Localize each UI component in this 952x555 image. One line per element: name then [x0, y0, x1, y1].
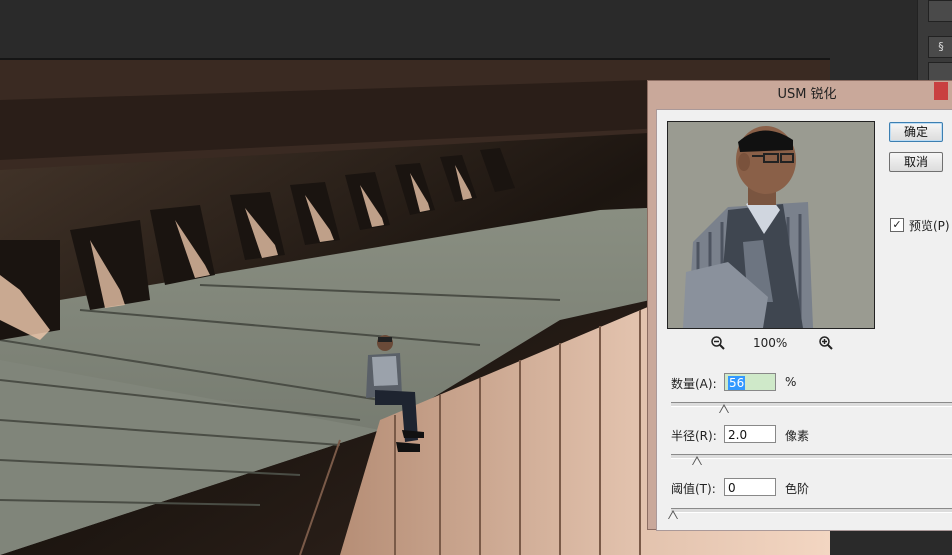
checkbox-checked-icon[interactable]: ✓ [890, 218, 904, 232]
radius-slider-track[interactable] [671, 454, 952, 459]
threshold-slider-track[interactable] [671, 508, 952, 513]
zoom-out-icon[interactable] [710, 335, 726, 351]
panel-button-brush-icon[interactable]: § [928, 36, 952, 58]
panel-button-top[interactable] [928, 0, 952, 22]
zoom-level: 100% [753, 336, 788, 350]
amount-slider-thumb[interactable] [719, 404, 729, 413]
radius-input[interactable]: 2.0 [724, 425, 776, 443]
radius-unit: 像素 [785, 429, 810, 443]
amount-value: 56 [728, 376, 746, 390]
threshold-unit: 色阶 [785, 482, 810, 496]
amount-slider-track[interactable] [671, 402, 952, 407]
dialog-title: USM 锐化 [777, 87, 837, 102]
preview-checkbox-label: 预览(P) [909, 219, 950, 233]
preview-window[interactable] [667, 121, 875, 329]
amount-label: 数量(A): [671, 377, 717, 391]
dialog-body: 100% 确定 取消 ✓ 预览(P) 数量(A): 56 % 半径(R): 2.… [656, 109, 952, 531]
threshold-slider-thumb[interactable] [668, 510, 678, 519]
ok-button[interactable]: 确定 [889, 122, 943, 142]
threshold-label: 阈值(T): [671, 482, 716, 496]
preview-image [668, 122, 874, 328]
amount-input[interactable]: 56 [724, 373, 776, 391]
zoom-in-icon[interactable] [818, 335, 834, 351]
cancel-button[interactable]: 取消 [889, 152, 943, 172]
amount-unit: % [785, 375, 797, 389]
close-icon[interactable] [934, 82, 948, 100]
right-panel-strip: § [917, 0, 952, 84]
usm-sharpen-dialog: USM 锐化 100% 确定 取消 ✓ 预览(P) 数量(A): 56 % 半径… [647, 80, 952, 531]
radius-label: 半径(R): [671, 429, 717, 443]
threshold-input[interactable]: 0 [724, 478, 776, 496]
radius-slider-thumb[interactable] [692, 456, 702, 465]
